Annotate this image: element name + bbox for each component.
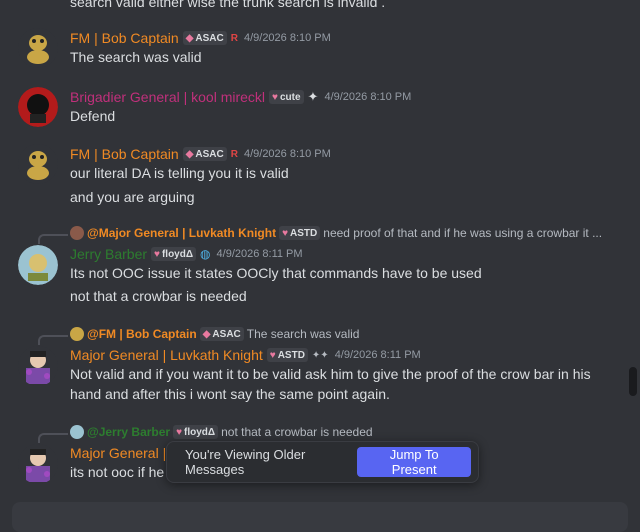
heart-icon: ♥: [272, 91, 278, 103]
message-text: The search was valid: [70, 49, 202, 65]
heart-icon: ♥: [282, 227, 289, 239]
tag-icon: ◆: [185, 148, 194, 160]
tag-icon: ◆: [202, 328, 211, 340]
avatar[interactable]: [18, 87, 58, 127]
username[interactable]: Jerry Barber: [70, 246, 147, 262]
reply-text: The search was valid: [246, 327, 360, 341]
message-header: Brigadier General | kool mireckl ♥ cute ✦…: [70, 89, 411, 105]
message-text: its not ooc if he: [70, 464, 165, 480]
older-messages-text: You're Viewing Older Messages: [185, 447, 306, 477]
avatar[interactable]: [18, 245, 58, 285]
role-tag: ◆ ASAC: [199, 327, 244, 341]
reply-connector: [38, 234, 68, 244]
reply-preview[interactable]: @FM | Bob Captain ◆ ASAC The search was v…: [70, 327, 359, 341]
username[interactable]: FM | Bob Captain: [70, 30, 179, 46]
message-text: Defend: [70, 108, 116, 124]
tag-icon: ◆: [185, 32, 194, 44]
heart-icon: ♥: [269, 349, 276, 361]
avatar[interactable]: [18, 444, 58, 484]
username[interactable]: Major General | Luvkath Knight: [70, 347, 263, 363]
timestamp: 4/9/2026 8:10 PM: [243, 32, 331, 44]
message-header: Major General | Luvkath Knight ♥ ASTD ✦✦ …: [70, 347, 421, 363]
reply-preview[interactable]: @Jerry Barber ♥ floydΔ not that a crowbar…: [70, 425, 373, 439]
message-text: hand and after this i wont say the same …: [70, 386, 390, 402]
role-tag: ♥ floydΔ: [151, 247, 197, 261]
message-text: Its not OOC issue it states OOCly that c…: [70, 265, 482, 281]
sparkle-icon: ✦: [307, 89, 319, 104]
reply-avatar: [70, 327, 84, 341]
badge-icon: ◍: [200, 247, 211, 261]
reply-username[interactable]: @Jerry Barber: [87, 425, 170, 439]
username[interactable]: FM | Bob Captain: [70, 146, 179, 162]
role-tag: ♥ ASTD: [279, 226, 321, 240]
role-tag: ◆ ASAC: [182, 31, 227, 45]
message-header: FM | Bob Captain ◆ ASAC R 4/9/2026 8:10 P…: [70, 30, 331, 46]
message-text: and you are arguing: [70, 189, 195, 205]
jump-to-present-button[interactable]: Jump To Present: [357, 447, 471, 477]
heart-icon: ♥: [176, 426, 183, 438]
badge-icon: R: [230, 148, 238, 160]
reply-text: not that a crowbar is needed: [221, 425, 373, 439]
message-header: FM | Bob Captain ◆ ASAC R 4/9/2026 8:10 P…: [70, 146, 331, 162]
sparkle-icon: ✦✦: [311, 349, 329, 361]
badge-icon: R: [230, 32, 238, 44]
message-composer[interactable]: [12, 502, 628, 532]
message-text: our literal DA is telling you it is vali…: [70, 165, 289, 181]
timestamp: 4/9/2026 8:11 PM: [334, 349, 421, 361]
scrollbar-thumb[interactable]: [629, 367, 637, 396]
message-header: Jerry Barber ♥ floydΔ ◍ 4/9/2026 8:11 PM: [70, 246, 303, 262]
reply-username[interactable]: @Major General | Luvkath Knight: [87, 226, 276, 240]
timestamp: 4/9/2026 8:11 PM: [216, 248, 303, 260]
reply-text: need proof of that and if he was using a…: [323, 226, 603, 240]
reply-avatar: [70, 425, 84, 439]
partial-message-text: search valid either wise the trunk searc…: [70, 0, 386, 10]
reply-connector: [38, 433, 68, 443]
role-tag: ◆ ASAC: [182, 147, 227, 161]
role-tag: ♥ cute: [269, 90, 304, 104]
role-tag: ♥ floydΔ: [173, 425, 219, 439]
reply-username[interactable]: @FM | Bob Captain: [87, 327, 197, 341]
reply-avatar: [70, 226, 84, 240]
older-messages-bar: You're Viewing Older Messages Jump To Pr…: [166, 441, 479, 483]
reply-connector: [38, 335, 68, 345]
reply-preview[interactable]: @Major General | Luvkath Knight ♥ ASTD ne…: [70, 226, 602, 240]
message-header: Major General |: [70, 445, 166, 461]
avatar[interactable]: [18, 144, 58, 184]
username[interactable]: Brigadier General | kool mireckl: [70, 89, 265, 105]
message-text: not that a crowbar is needed: [70, 288, 247, 304]
avatar[interactable]: [18, 28, 58, 68]
timestamp: 4/9/2026 8:10 PM: [243, 148, 331, 160]
timestamp: 4/9/2026 8:10 PM: [324, 91, 412, 103]
message-text: Not valid and if you want it to be valid…: [70, 366, 591, 382]
heart-icon: ♥: [154, 248, 160, 260]
role-tag: ♥ ASTD: [266, 348, 308, 362]
username[interactable]: Major General |: [70, 445, 166, 461]
avatar[interactable]: [18, 346, 58, 386]
